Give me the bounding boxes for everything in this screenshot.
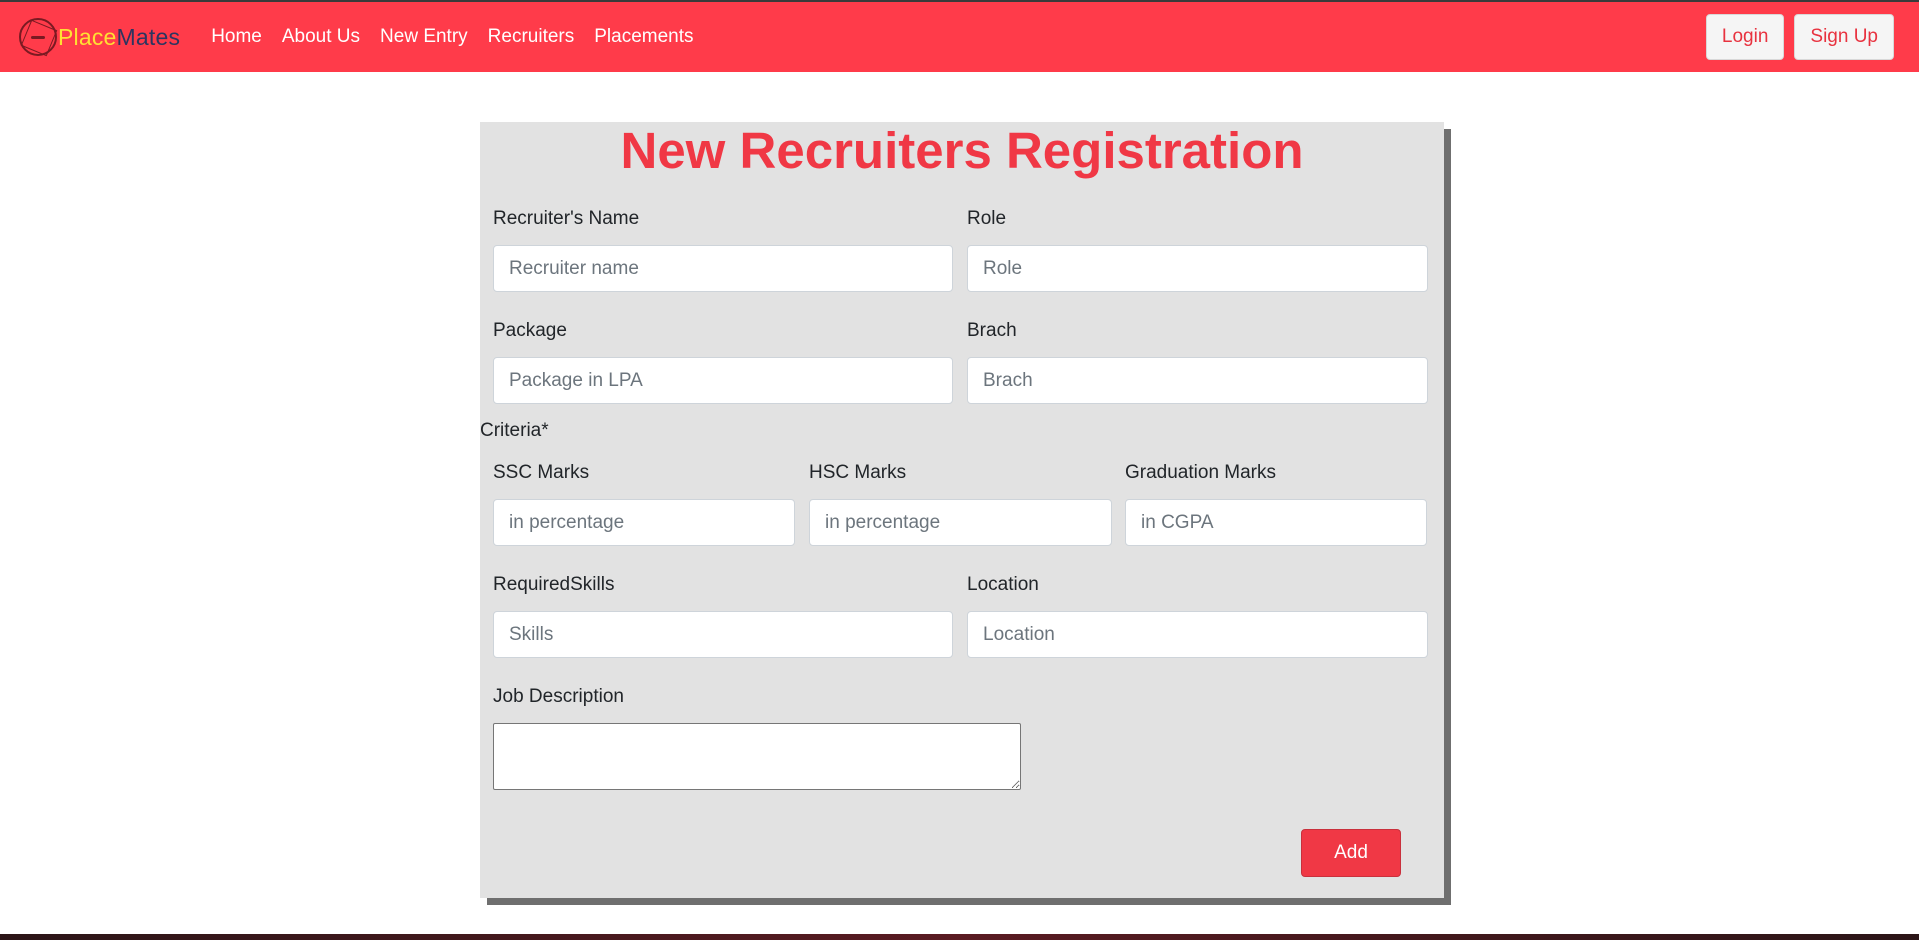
hsc-marks-input[interactable] xyxy=(809,499,1112,546)
nav-about-us[interactable]: About Us xyxy=(272,26,370,48)
brand-name-part2: Mates xyxy=(116,23,181,50)
location-label: Location xyxy=(967,574,1039,595)
navbar: PlaceMates Home About Us New Entry Recru… xyxy=(0,2,1919,72)
location-input[interactable] xyxy=(967,611,1428,658)
bottom-bar xyxy=(0,934,1919,940)
package-input[interactable] xyxy=(493,357,953,404)
nav-links: Home About Us New Entry Recruiters Place… xyxy=(201,2,703,72)
recruiter-registration-form: New Recruiters Registration Recruiter's … xyxy=(480,122,1444,898)
branch-input[interactable] xyxy=(967,357,1428,404)
graduation-marks-label: Graduation Marks xyxy=(1125,462,1277,483)
brand[interactable]: PlaceMates xyxy=(19,2,180,72)
add-button[interactable]: Add xyxy=(1301,829,1401,877)
login-button[interactable]: Login xyxy=(1705,14,1785,60)
brand-name: PlaceMates xyxy=(58,24,180,51)
required-skills-label: RequiredSkills xyxy=(493,574,615,595)
signup-button[interactable]: Sign Up xyxy=(1794,14,1894,60)
recruiter-name-input[interactable] xyxy=(493,245,953,292)
recruiter-name-label: Recruiter's Name xyxy=(493,208,640,229)
nav-placements[interactable]: Placements xyxy=(584,26,703,48)
nav-home[interactable]: Home xyxy=(201,26,272,48)
page-title: New Recruiters Registration xyxy=(620,122,1304,179)
required-skills-input[interactable] xyxy=(493,611,953,658)
role-label: Role xyxy=(967,208,1007,229)
logo-icon xyxy=(19,18,57,56)
auth-buttons: Login Sign Up xyxy=(1705,14,1894,60)
branch-label: Brach xyxy=(967,320,1017,341)
graduation-marks-input[interactable] xyxy=(1125,499,1427,546)
package-label: Package xyxy=(493,320,567,341)
role-input[interactable] xyxy=(967,245,1428,292)
criteria-label: Criteria* xyxy=(480,420,549,441)
job-description-label: Job Description xyxy=(493,686,624,707)
hsc-marks-label: HSC Marks xyxy=(809,462,907,483)
nav-recruiters[interactable]: Recruiters xyxy=(478,26,585,48)
ssc-marks-input[interactable] xyxy=(493,499,795,546)
job-description-textarea[interactable] xyxy=(493,723,1021,790)
brand-name-part1: Place xyxy=(58,23,117,50)
nav-new-entry[interactable]: New Entry xyxy=(370,26,478,48)
ssc-marks-label: SSC Marks xyxy=(493,462,590,483)
